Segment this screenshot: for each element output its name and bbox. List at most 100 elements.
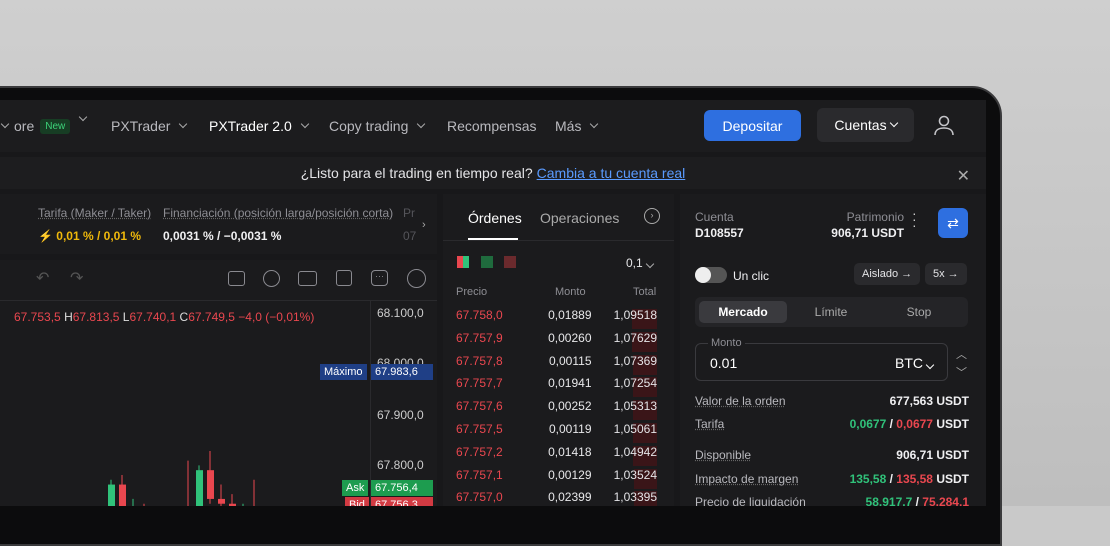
chevron-right-icon[interactable]: ›: [422, 219, 426, 231]
chevron-down-icon: [301, 120, 309, 128]
row-amount: 0,00115: [522, 354, 592, 368]
price-tick: 67.800,0: [377, 458, 424, 472]
orderbook-row[interactable]: 67.757,5 0,00119 1,05061: [456, 418, 657, 440]
row-price: 67.757,2: [456, 445, 516, 459]
nav-more[interactable]: Más: [555, 118, 597, 134]
decrement-icon[interactable]: ﹀: [956, 364, 967, 380]
col-amount: Monto: [555, 286, 586, 298]
nav-copy-trading[interactable]: Copy trading: [329, 118, 424, 134]
row-price: 67.757,6: [456, 399, 516, 413]
next-label: Pr: [403, 206, 415, 220]
user-icon[interactable]: [933, 114, 955, 136]
real-account-banner: ¿Listo para el trading en tiempo real? Ca…: [0, 157, 986, 189]
chevron-down-icon: [179, 120, 187, 128]
accounts-button[interactable]: Cuentas: [817, 108, 914, 142]
arrow-right-icon[interactable]: ›: [644, 208, 660, 224]
row-price: 67.757,7: [456, 376, 516, 390]
tab-market[interactable]: Mercado: [699, 301, 787, 323]
funding-label: Financiación (posición larga/posición co…: [163, 206, 393, 220]
price-tick: 68.100,0: [377, 306, 424, 320]
chevron-down-icon: [417, 120, 425, 128]
book-both-icon[interactable]: [457, 256, 469, 268]
orderbook-row[interactable]: 67.757,2 0,01418 1,04942: [456, 441, 657, 463]
bid-value: 67.756,3: [371, 497, 433, 506]
increment-icon[interactable]: ︿: [956, 346, 967, 362]
row-total: 1,03524: [597, 468, 657, 482]
fee-value: ⚡ 0,01 % / 0,01 %: [38, 229, 141, 243]
isolated-button[interactable]: Aislado →: [854, 263, 920, 285]
leverage-button[interactable]: 5x →: [925, 263, 967, 285]
orderbook-row[interactable]: 67.757,0 0,02399 1,03395: [456, 486, 657, 506]
layout-icon[interactable]: [228, 271, 245, 286]
book-bids-icon[interactable]: [481, 256, 493, 268]
tab-orders[interactable]: Órdenes: [468, 210, 522, 226]
row-amount: 0,00129: [522, 468, 592, 482]
camera-icon[interactable]: [298, 271, 317, 286]
step-select[interactable]: 0,1: [626, 256, 653, 270]
tab-limit[interactable]: Límite: [787, 301, 875, 323]
row-price: 67.757,9: [456, 331, 516, 345]
transfer-icon[interactable]: ⇄: [938, 208, 968, 238]
fullscreen-icon[interactable]: [407, 269, 426, 288]
more-icon[interactable]: ···: [371, 270, 388, 286]
account-label: Cuenta: [695, 210, 734, 224]
fee-row: Tarifa 0,0677 / 0,0677 USDT: [695, 417, 969, 431]
tab-operations[interactable]: Operaciones: [540, 210, 619, 226]
row-amount: 0,02399: [522, 490, 592, 504]
liquidation-row: Precio de liquidación 58.917,7 / 75.284,1: [695, 495, 969, 506]
orderbook-row[interactable]: 67.757,9 0,00260 1,07629: [456, 327, 657, 349]
chevron-down-icon: [889, 119, 897, 127]
margin-row: Impacto de margen 135,58 / 135,58 USDT: [695, 472, 969, 486]
nav-pxtrader[interactable]: PXTrader: [111, 118, 186, 134]
calendar-icon[interactable]: [336, 270, 352, 286]
amount-value[interactable]: 0.01: [710, 355, 737, 371]
ask-value: 67.756,4: [371, 480, 433, 496]
price-tick: 67.900,0: [377, 408, 424, 422]
kebab-icon[interactable]: · · ·: [912, 210, 917, 228]
ask-label: Ask: [342, 480, 368, 496]
order-value-row: Valor de la orden 677,563 USDT: [695, 394, 969, 408]
amount-label: Monto: [708, 337, 745, 349]
bid-label: Bid: [345, 497, 369, 506]
amount-field[interactable]: Monto 0.01 BTC: [695, 343, 948, 381]
row-total: 1,07629: [597, 331, 657, 345]
row-price: 67.757,1: [456, 468, 516, 482]
currency-select[interactable]: BTC: [895, 355, 933, 371]
chevron-down-icon: [590, 120, 598, 128]
redo-icon[interactable]: ↷: [70, 268, 83, 288]
lightning-icon: ⚡: [38, 229, 53, 243]
row-price: 67.757,0: [456, 490, 516, 504]
orderbook-row[interactable]: 67.757,1 0,00129 1,03524: [456, 464, 657, 486]
nav-rewards[interactable]: Recompensas: [447, 118, 537, 134]
orderbook-row[interactable]: 67.758,0 0,01889 1,09518: [456, 304, 657, 326]
nav-dropdown[interactable]: [76, 118, 86, 120]
undo-icon[interactable]: ↶: [36, 268, 49, 288]
book-asks-icon[interactable]: [504, 256, 516, 268]
row-total: 1,05313: [597, 399, 657, 413]
deposit-button[interactable]: Depositar: [704, 110, 801, 141]
orderbook-row[interactable]: 67.757,6 0,00252 1,05313: [456, 395, 657, 417]
funding-value: 0,0031 % / −0,0031 %: [163, 229, 281, 243]
orderbook-row[interactable]: 67.757,8 0,00115 1,07369: [456, 350, 657, 372]
switch-real-link[interactable]: Cambia a tu cuenta real: [537, 165, 686, 181]
close-icon[interactable]: ✕: [957, 166, 970, 186]
row-total: 1,07254: [597, 376, 657, 390]
fees-bar: Tarifa (Maker / Taker) ⚡ 0,01 % / 0,01 %…: [0, 194, 437, 254]
available-row: Disponible 906,71 USDT: [695, 448, 969, 462]
col-total: Total: [633, 286, 656, 298]
next-value: 07: [403, 229, 416, 243]
candle-body: [207, 470, 214, 499]
order-type-tabs: Mercado Límite Stop: [695, 297, 968, 327]
row-amount: 0,00252: [522, 399, 592, 413]
row-price: 67.757,5: [456, 422, 516, 436]
nav-pxtrader2[interactable]: PXTrader 2.0: [209, 118, 308, 134]
candle-body: [119, 485, 126, 506]
nav-explore[interactable]: ore New: [2, 118, 70, 134]
settings-icon[interactable]: [263, 270, 280, 287]
candle-body: [196, 470, 203, 506]
one-click-toggle[interactable]: [695, 267, 727, 283]
row-total: 1,09518: [597, 308, 657, 322]
tab-stop[interactable]: Stop: [875, 301, 963, 323]
orderbook-row[interactable]: 67.757,7 0,01941 1,07254: [456, 372, 657, 394]
row-total: 1,07369: [597, 354, 657, 368]
